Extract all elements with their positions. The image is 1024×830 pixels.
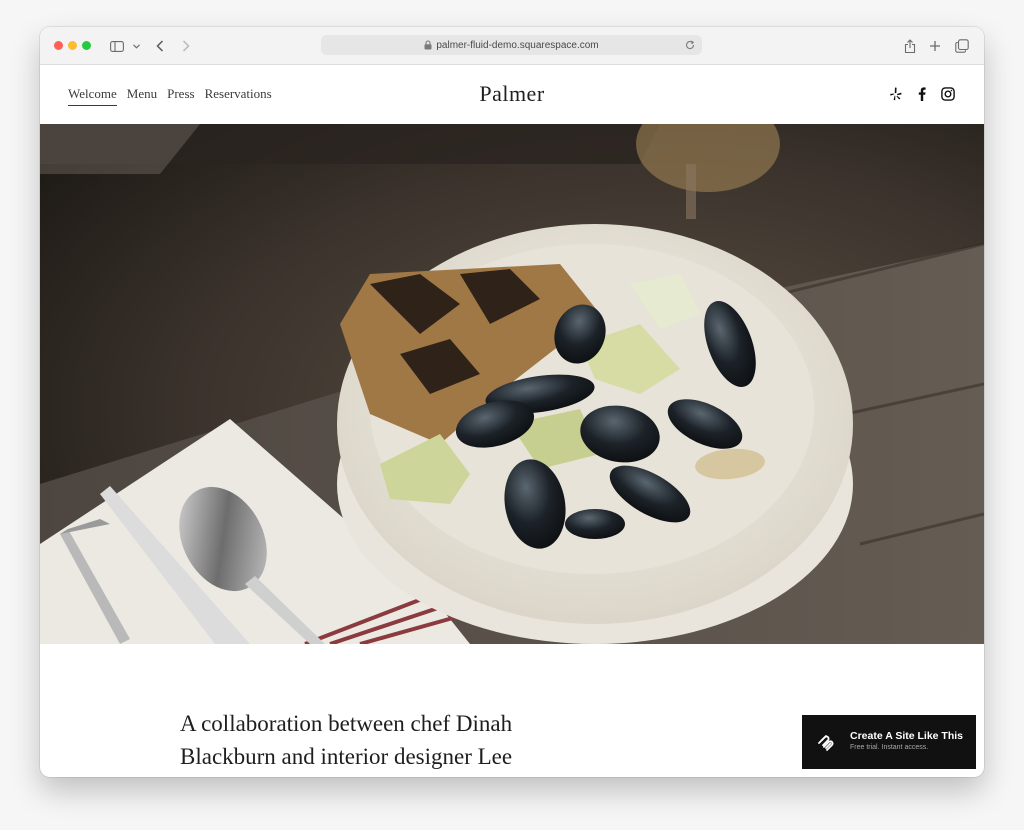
intro-line-1: A collaboration between chef Dinah: [180, 711, 513, 736]
url-text: palmer-fluid-demo.squarespace.com: [436, 39, 599, 51]
new-tab-icon[interactable]: [927, 36, 943, 56]
facebook-icon[interactable]: [914, 86, 930, 102]
hero-image: [40, 124, 984, 644]
tab-overview-icon[interactable]: [954, 36, 970, 56]
yelp-icon[interactable]: [888, 86, 904, 102]
zoom-window-button[interactable]: [82, 41, 91, 50]
browser-toolbar: palmer-fluid-demo.squarespace.com: [40, 27, 984, 65]
chevron-down-icon[interactable]: [131, 36, 141, 56]
site-header: Welcome Menu Press Reservations Palmer: [40, 65, 984, 124]
lock-icon: [424, 40, 432, 50]
minimize-window-button[interactable]: [68, 41, 77, 50]
intro-text: A collaboration between chef Dinah Black…: [180, 707, 600, 773]
forward-button[interactable]: [178, 36, 194, 56]
site-logo[interactable]: Palmer: [40, 81, 984, 107]
address-bar[interactable]: palmer-fluid-demo.squarespace.com: [321, 35, 702, 55]
browser-window: palmer-fluid-demo.squarespace.com Welcom…: [40, 27, 984, 777]
close-window-button[interactable]: [54, 41, 63, 50]
back-button[interactable]: [152, 36, 168, 56]
create-site-badge[interactable]: Create A Site Like This Free trial. Inst…: [802, 715, 976, 769]
badge-title: Create A Site Like This: [850, 730, 964, 742]
social-links: [888, 86, 956, 102]
sidebar-toggle-icon[interactable]: [108, 36, 126, 56]
reload-icon[interactable]: [684, 39, 696, 51]
intro-line-2: Blackburn and interior designer Lee: [180, 744, 513, 769]
badge-subtitle: Free trial. Instant access.: [850, 744, 929, 751]
instagram-icon[interactable]: [940, 86, 956, 102]
share-icon[interactable]: [902, 36, 918, 56]
squarespace-logo-icon: [816, 732, 836, 752]
